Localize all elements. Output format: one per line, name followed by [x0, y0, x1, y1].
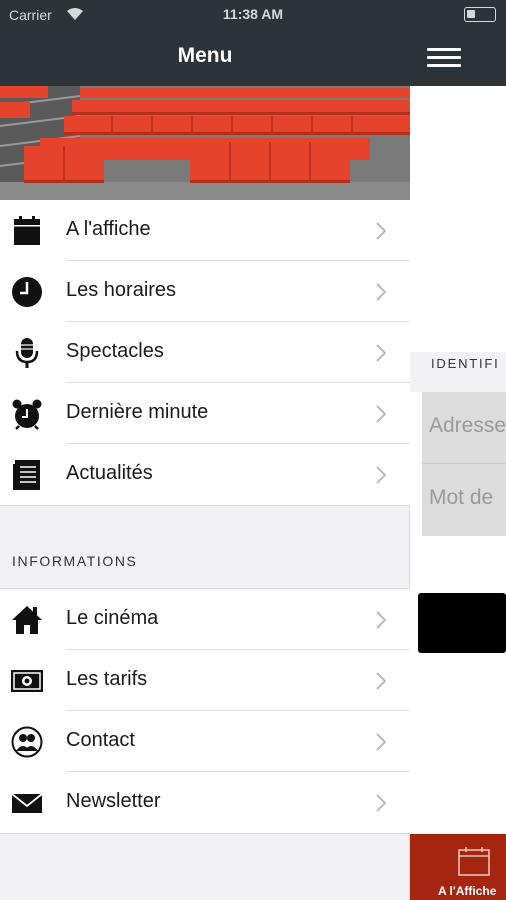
tab-a-laffiche[interactable]: A l'Affiche: [410, 834, 506, 900]
informations-list: Le cinéma Les tarifs Contact Newsletter: [0, 588, 410, 834]
chevron-right-icon: [375, 404, 387, 429]
menu-item-actualites[interactable]: Actualités: [0, 444, 410, 505]
menu-item-derniere-minute[interactable]: Dernière minute: [0, 383, 410, 444]
envelope-icon: [11, 787, 43, 819]
tab-label: A l'Affiche: [438, 884, 497, 898]
menu-item-a-laffiche[interactable]: A l'affiche: [0, 200, 410, 261]
menu-item-label: Les horaires: [66, 279, 177, 301]
password-field[interactable]: Mot de: [422, 464, 506, 536]
email-field[interactable]: Adresse: [422, 392, 506, 464]
side-menu-drawer: A l'affiche Les horaires Spectacles Dern…: [0, 86, 410, 900]
navigation-bar: Carrier 11:38 AM Menu: [0, 0, 506, 86]
menu-item-contact[interactable]: Contact: [0, 711, 410, 772]
calendar-icon: [458, 846, 490, 881]
section-header-identification: IDENTIFI: [431, 356, 500, 371]
status-bar: Carrier 11:38 AM: [0, 0, 506, 30]
contacts-icon: [11, 726, 43, 758]
menu-item-les-horaires[interactable]: Les horaires: [0, 261, 410, 322]
menu-item-label: Actualités: [66, 462, 153, 484]
menu-item-label: A l'affiche: [66, 218, 151, 240]
home-icon: [11, 604, 43, 636]
page-title: Menu: [177, 44, 233, 67]
microphone-icon: [11, 337, 43, 369]
chevron-right-icon: [375, 282, 387, 307]
hamburger-menu-icon[interactable]: [427, 48, 461, 72]
menu-item-spectacles[interactable]: Spectacles: [0, 322, 410, 383]
menu-item-label: Les tarifs: [66, 668, 148, 690]
banknote-icon: [11, 665, 43, 697]
menu-item-label: Spectacles: [66, 340, 164, 362]
login-button[interactable]: [418, 593, 506, 653]
menu-item-le-cinema[interactable]: Le cinéma: [0, 589, 410, 650]
chevron-right-icon: [375, 610, 387, 635]
menu-item-label: Contact: [66, 729, 135, 751]
menu-item-newsletter[interactable]: Newsletter: [0, 772, 410, 833]
chevron-right-icon: [375, 732, 387, 757]
chevron-right-icon: [375, 671, 387, 696]
section-header-informations: INFORMATIONS: [12, 553, 138, 569]
menu-item-label: Le cinéma: [66, 607, 159, 629]
chevron-right-icon: [375, 793, 387, 818]
chevron-right-icon: [375, 221, 387, 246]
news-icon: [11, 459, 43, 491]
menu-item-label: Dernière minute: [66, 401, 209, 423]
chevron-right-icon: [375, 343, 387, 368]
calendar-icon: [11, 215, 43, 247]
menu-item-les-tarifs[interactable]: Les tarifs: [0, 650, 410, 711]
background-page: IDENTIFI Adresse Mot de A l'Affiche: [410, 86, 506, 900]
cinema-seats-image: [0, 86, 410, 200]
main-menu-list: A l'affiche Les horaires Spectacles Dern…: [0, 200, 410, 506]
chevron-right-icon: [375, 465, 387, 490]
status-time: 11:38 AM: [222, 6, 284, 22]
menu-item-label: Newsletter: [66, 790, 161, 812]
battery-icon: [464, 7, 496, 22]
alarm-clock-icon: [11, 398, 43, 430]
clock-icon: [11, 276, 43, 308]
